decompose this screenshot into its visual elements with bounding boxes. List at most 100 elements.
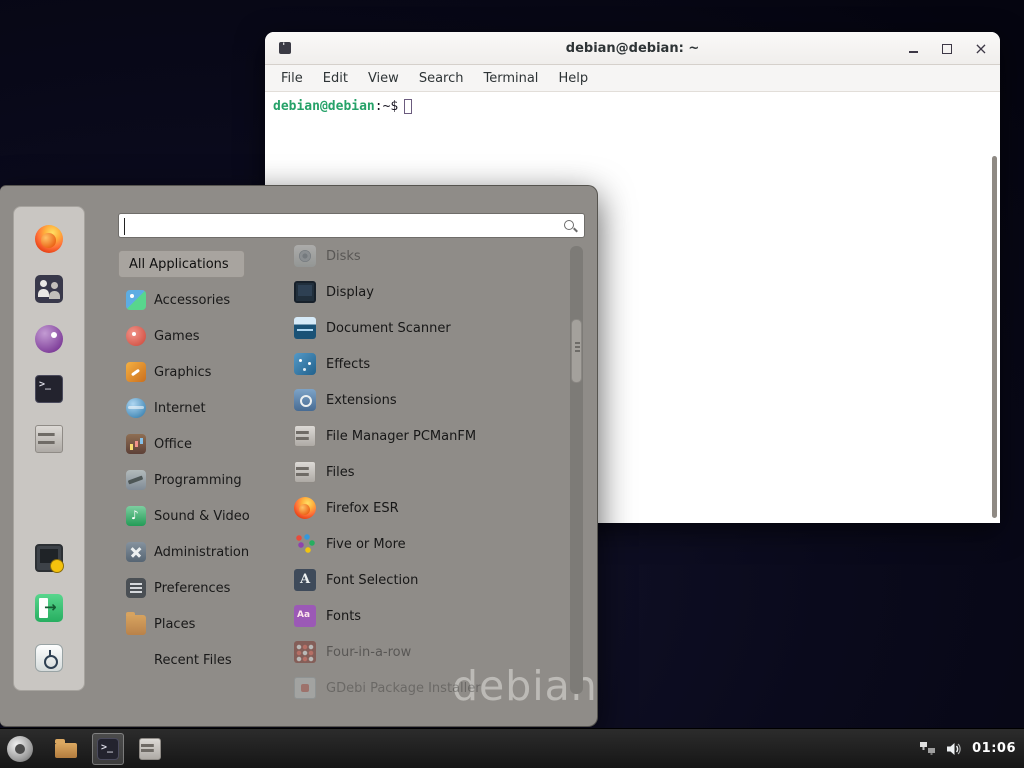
category-list: All Applications Accessories Games Graph… [118, 246, 284, 678]
menu-view[interactable]: View [358, 71, 409, 86]
network-icon[interactable] [919, 741, 936, 756]
taskbar: 01:06 [0, 728, 1024, 768]
app-label: GDebi Package Installer [326, 681, 481, 696]
app-item-display[interactable]: Display [290, 274, 570, 310]
app-label: Files [326, 465, 355, 480]
category-sound-video[interactable]: Sound & Video [118, 498, 284, 534]
category-office[interactable]: Office [118, 426, 284, 462]
administration-icon [126, 542, 146, 562]
terminal-titlebar[interactable]: debian@debian: ~ [265, 32, 1000, 65]
terminal-menubar: File Edit View Search Terminal Help [265, 65, 1000, 92]
firefox-icon[interactable] [35, 225, 63, 253]
app-item-disks[interactable]: Disks [290, 238, 570, 274]
menu-edit[interactable]: Edit [313, 71, 358, 86]
category-accessories[interactable]: Accessories [118, 282, 284, 318]
app-label: Firefox ESR [326, 501, 399, 516]
pcmanfm-icon [294, 425, 316, 447]
category-places[interactable]: Places [118, 606, 284, 642]
app-item-pcmanfm[interactable]: File Manager PCManFM [290, 418, 570, 454]
terminal-launcher[interactable] [92, 733, 124, 765]
graphics-icon [126, 362, 146, 382]
menu-button[interactable] [0, 729, 40, 768]
clock[interactable]: 01:06 [972, 741, 1016, 756]
four-in-a-row-icon [294, 641, 316, 663]
search-input[interactable] [125, 216, 555, 235]
terminal-scrollbar[interactable] [992, 156, 997, 518]
category-label: Places [154, 617, 195, 632]
app-label: Document Scanner [326, 321, 451, 336]
app-item-font-selection[interactable]: Font Selection [290, 562, 570, 598]
internet-icon [126, 398, 146, 418]
games-icon [126, 326, 146, 346]
window-controls [904, 32, 990, 65]
menu-search[interactable]: Search [409, 71, 474, 86]
log-out-icon[interactable] [35, 594, 63, 622]
menu-search-box[interactable] [118, 213, 585, 238]
app-label: Disks [326, 249, 361, 264]
app-item-document-scanner[interactable]: Document Scanner [290, 310, 570, 346]
app-label: File Manager PCManFM [326, 429, 476, 444]
favorite-apps-group [35, 225, 63, 453]
display-icon [294, 281, 316, 303]
menu-scrollbar[interactable] [570, 246, 583, 694]
category-label: Graphics [154, 365, 211, 380]
programming-icon [126, 470, 146, 490]
app-item-effects[interactable]: Effects [290, 346, 570, 382]
app-label: Display [326, 285, 374, 300]
desktop: debian@debian: ~ File Edit View Search T… [0, 0, 1024, 768]
app-label: Extensions [326, 393, 397, 408]
app-item-fonts[interactable]: Fonts [290, 598, 570, 634]
menu-file[interactable]: File [271, 71, 313, 86]
category-internet[interactable]: Internet [118, 390, 284, 426]
fonts-icon [294, 605, 316, 627]
category-administration[interactable]: Administration [118, 534, 284, 570]
app-item-extensions[interactable]: Extensions [290, 382, 570, 418]
terminal-icon[interactable] [35, 375, 63, 403]
files-icon [294, 461, 316, 483]
category-preferences[interactable]: Preferences [118, 570, 284, 606]
menu-scrollbar-thumb[interactable] [571, 319, 582, 383]
software-users-icon[interactable] [35, 275, 63, 303]
app-item-four-in-a-row[interactable]: Four-in-a-row [290, 634, 570, 670]
app-item-firefox-esr[interactable]: Firefox ESR [290, 490, 570, 526]
category-label: Office [154, 437, 192, 452]
gdebi-icon [294, 677, 316, 699]
app-item-five-or-more[interactable]: Five or More [290, 526, 570, 562]
app-item-files[interactable]: Files [290, 454, 570, 490]
category-all-applications[interactable]: All Applications [118, 250, 245, 278]
app-label: Font Selection [326, 573, 418, 588]
category-graphics[interactable]: Graphics [118, 354, 284, 390]
files-launcher[interactable] [134, 733, 166, 765]
application-menu: debian All Applications [0, 185, 598, 727]
menu-terminal[interactable]: Terminal [473, 71, 548, 86]
office-icon [126, 434, 146, 454]
close-icon[interactable] [972, 40, 990, 58]
category-programming[interactable]: Programming [118, 462, 284, 498]
disks-icon [294, 245, 316, 267]
category-label: Sound & Video [154, 509, 250, 524]
five-or-more-icon [294, 533, 316, 555]
category-label: Internet [154, 401, 206, 416]
category-label: All Applications [129, 257, 229, 272]
category-games[interactable]: Games [118, 318, 284, 354]
places-icon [126, 615, 146, 635]
menu-help[interactable]: Help [548, 71, 598, 86]
shut-down-icon[interactable] [35, 644, 63, 672]
favorites-sidebar [13, 206, 85, 691]
mascot-icon[interactable] [35, 325, 63, 353]
search-icon [563, 219, 578, 234]
volume-icon[interactable] [946, 741, 962, 757]
accessories-icon [126, 290, 146, 310]
app-item-gdebi[interactable]: GDebi Package Installer [290, 670, 570, 704]
file-manager-launcher[interactable] [50, 733, 82, 765]
file-manager-icon[interactable] [35, 425, 63, 453]
application-list: Disks Display Document Scanner Effects E… [290, 238, 570, 704]
maximize-icon[interactable] [938, 40, 956, 58]
minimize-icon[interactable] [904, 40, 922, 58]
category-recent-files[interactable]: Recent Files [118, 642, 284, 678]
category-label: Programming [154, 473, 242, 488]
firefox-esr-icon [294, 497, 316, 519]
app-label: Five or More [326, 537, 406, 552]
lock-screen-icon[interactable] [35, 544, 63, 572]
sound-video-icon [126, 506, 146, 526]
